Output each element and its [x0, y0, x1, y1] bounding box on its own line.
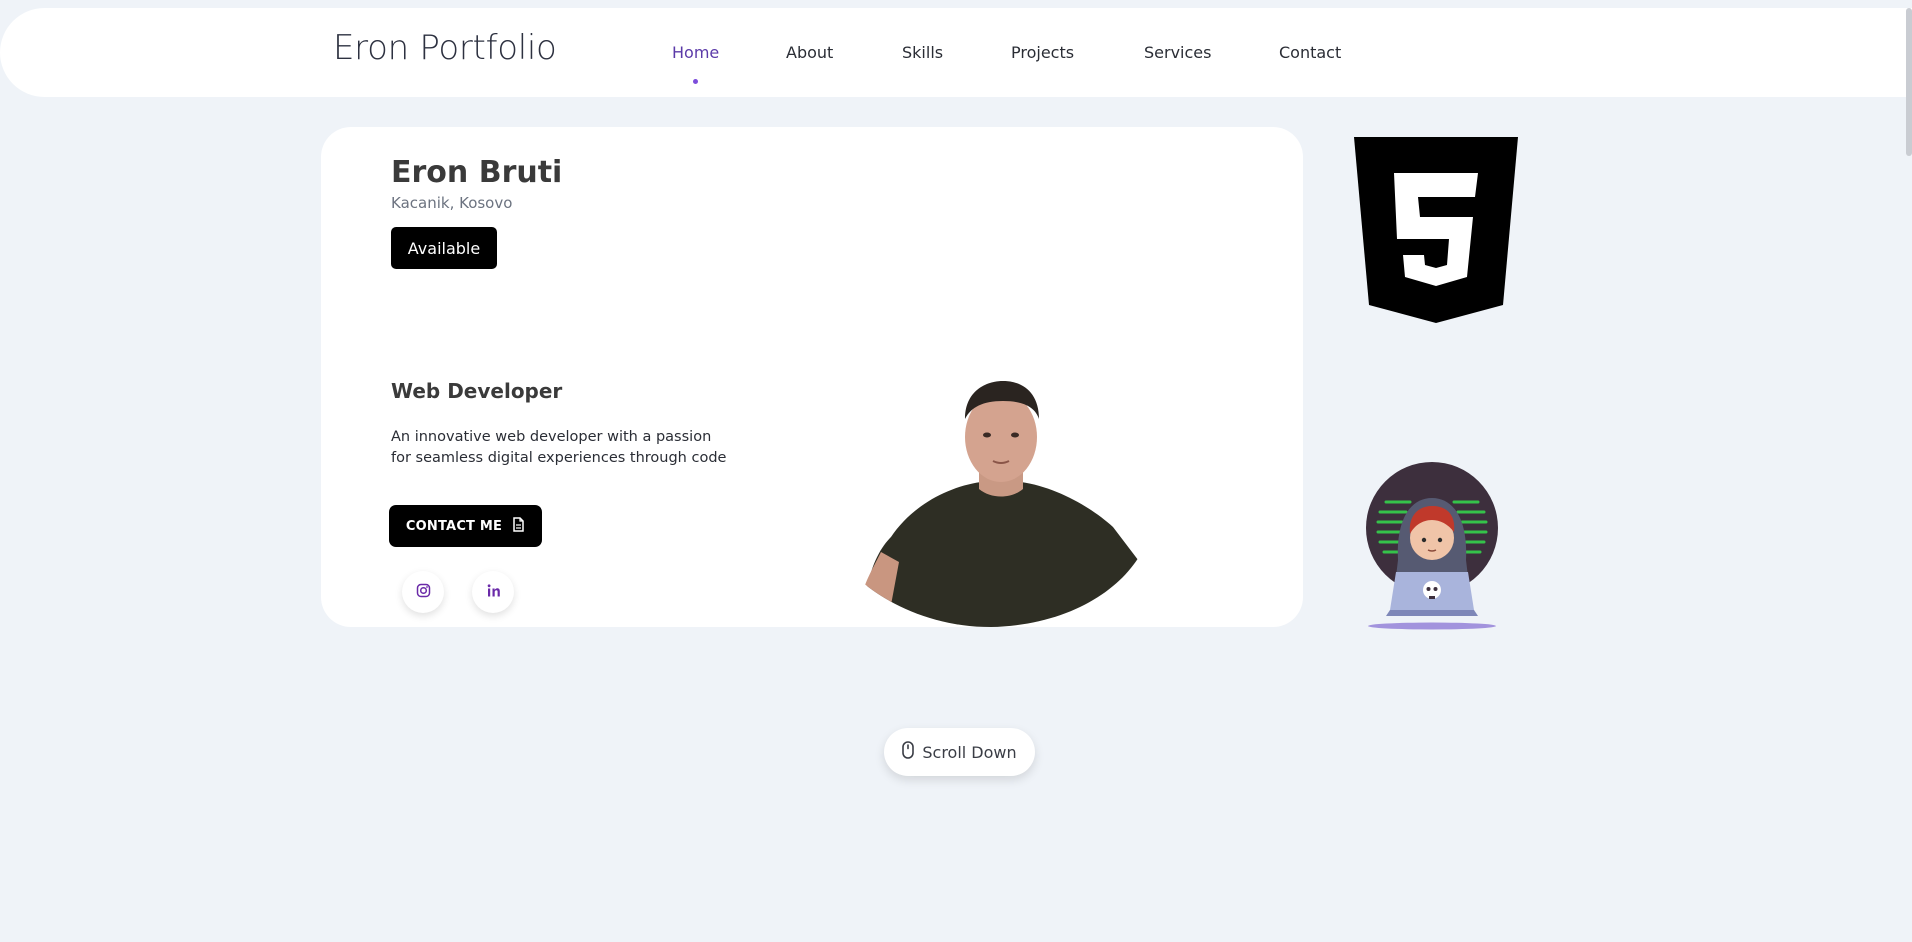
contact-me-button[interactable]: CONTACT ME [389, 505, 542, 547]
active-nav-indicator [693, 79, 698, 84]
site-header: Eron Portfolio Home About Skills Project… [0, 8, 1912, 97]
profile-location: Kacanik, Kosovo [391, 194, 513, 212]
profile-description: An innovative web developer with a passi… [391, 427, 731, 469]
nav-services[interactable]: Services [1144, 43, 1211, 62]
nav-contact[interactable]: Contact [1279, 43, 1341, 62]
nav-projects[interactable]: Projects [1011, 43, 1074, 62]
scrollbar-thumb[interactable] [1906, 8, 1912, 156]
availability-badge: Available [391, 227, 497, 269]
page: Eron Portfolio Home About Skills Project… [0, 0, 1912, 942]
html5-logo-icon [1354, 137, 1518, 323]
description-line-1: An innovative web developer with a passi… [391, 429, 712, 445]
hero-card: Eron Bruti Kacanik, Kosovo Available Web… [321, 127, 1303, 627]
hacker-illustration [1366, 462, 1498, 630]
nav-skills[interactable]: Skills [902, 43, 943, 62]
instagram-link[interactable] [402, 571, 444, 613]
profile-role: Web Developer [391, 379, 563, 403]
linkedin-icon [486, 583, 501, 602]
linkedin-link[interactable] [472, 571, 514, 613]
mouse-icon [902, 741, 915, 763]
nav-about[interactable]: About [786, 43, 833, 62]
instagram-icon [416, 583, 431, 602]
contact-me-label: CONTACT ME [405, 518, 503, 534]
document-icon [512, 516, 525, 536]
description-line-2: for seamless digital experiences through… [391, 450, 727, 466]
profile-photo [861, 381, 1151, 627]
brand-logo[interactable]: Eron Portfolio [333, 28, 557, 68]
nav-home[interactable]: Home [672, 43, 719, 62]
profile-name: Eron Bruti [391, 155, 563, 190]
scroll-down-label: Scroll Down [922, 742, 1017, 762]
scroll-down-button[interactable]: Scroll Down [884, 728, 1035, 776]
